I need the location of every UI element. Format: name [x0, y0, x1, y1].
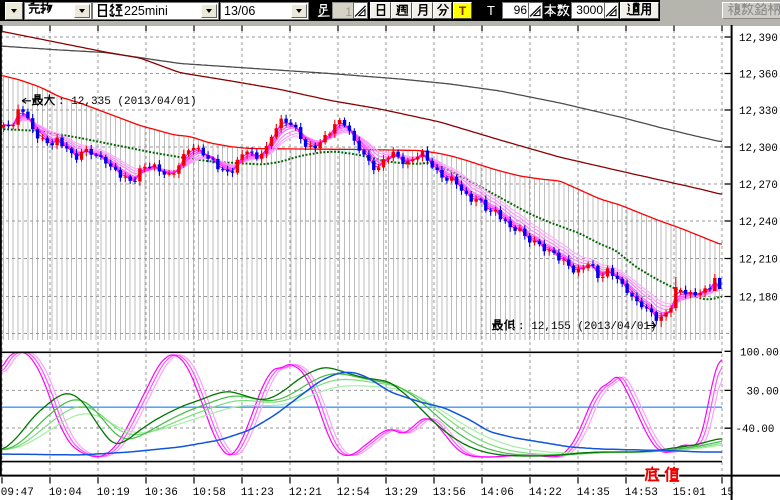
svg-text:12,360: 12,360 [739, 70, 778, 82]
svg-text:12,300: 12,300 [739, 143, 778, 155]
svg-text:12:21: 12:21 [289, 487, 322, 499]
svg-text:12,180: 12,180 [739, 293, 778, 305]
svg-text:12:54: 12:54 [337, 487, 370, 499]
svg-text:10:36: 10:36 [145, 487, 178, 499]
svg-text:11:23: 11:23 [241, 487, 274, 499]
svg-text:-40.00: -40.00 [736, 424, 775, 436]
svg-text:14:35: 14:35 [577, 487, 610, 499]
svg-text:13:56: 13:56 [433, 487, 466, 499]
svg-text:12,240: 12,240 [739, 217, 778, 229]
svg-text:: 12,335 (2013/04/01): : 12,335 (2013/04/01) [58, 96, 197, 108]
svg-text:100.00: 100.00 [740, 347, 779, 359]
svg-text:: 12,155 (2013/04/01): : 12,155 (2013/04/01) [518, 321, 657, 333]
svg-text:14:53: 14:53 [625, 487, 658, 499]
svg-text:10:58: 10:58 [193, 487, 226, 499]
svg-text:10:04: 10:04 [49, 487, 82, 499]
svg-text:12,210: 12,210 [739, 255, 778, 267]
svg-text:30.00: 30.00 [747, 386, 779, 398]
svg-text:15:01: 15:01 [673, 487, 706, 499]
svg-text:12,330: 12,330 [739, 106, 778, 118]
svg-text:14:06: 14:06 [481, 487, 514, 499]
svg-text:12,390: 12,390 [739, 33, 778, 45]
svg-text:10:19: 10:19 [97, 487, 130, 499]
svg-text:12,270: 12,270 [739, 180, 778, 192]
svg-text:09:47: 09:47 [1, 487, 34, 499]
svg-text:13:29: 13:29 [385, 487, 418, 499]
svg-text:14:22: 14:22 [529, 487, 562, 499]
